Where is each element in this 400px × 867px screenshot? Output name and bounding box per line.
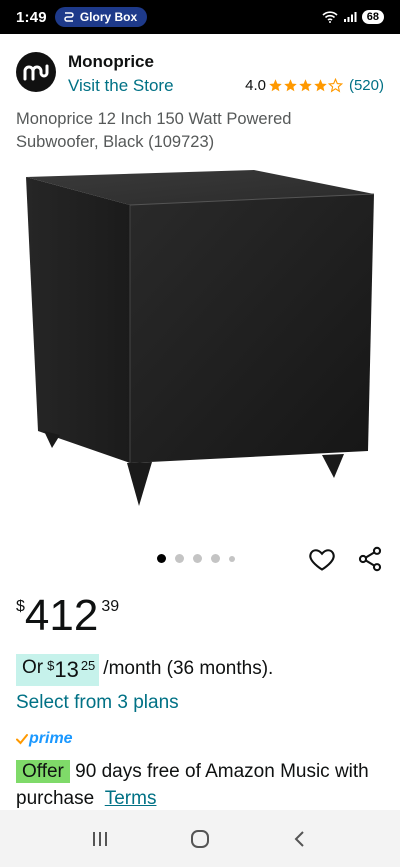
monthly-payment: Or $ 13 25 /month (36 months).: [16, 654, 273, 686]
prime-label: prime: [29, 730, 73, 747]
rating[interactable]: 4.0 (520): [245, 77, 384, 94]
monthly-whole: 13: [54, 657, 79, 682]
monthly-fraction: 25: [80, 658, 96, 673]
monthly-prefix: Or: [22, 657, 44, 678]
brand-name: Monoprice: [68, 52, 154, 71]
star-full-icon: [269, 79, 282, 92]
carousel-dot-active[interactable]: [157, 554, 166, 563]
battery-indicator: 68: [361, 10, 384, 24]
monthly-price-badge: Or $ 13 25: [16, 654, 100, 686]
carousel-dot[interactable]: [229, 555, 235, 562]
select-plans-link[interactable]: Select from 3 plans: [16, 692, 179, 714]
share-icon: [358, 546, 382, 572]
price: $ 412 39: [16, 592, 119, 640]
status-time: 1:49: [16, 8, 47, 26]
wifi-icon: [322, 11, 338, 23]
carousel-dot[interactable]: [175, 554, 184, 563]
carousel-dot[interactable]: [211, 554, 220, 563]
home-icon: [191, 829, 209, 848]
status-icons: 68: [322, 10, 384, 24]
monthly-symbol: $: [47, 658, 55, 673]
star-empty-icon: [327, 78, 343, 93]
system-nav-bar: [0, 810, 400, 867]
image-carousel-dots[interactable]: [157, 554, 235, 563]
offer-badge: Offer: [16, 760, 70, 783]
star-full-icon: [299, 79, 312, 92]
carousel-dot[interactable]: [193, 554, 202, 563]
offer-line: Offer 90 days free of Amazon Music with …: [16, 758, 386, 812]
rating-count: (520): [348, 77, 384, 94]
product-title: Monoprice 12 Inch 150 Watt Powered Subwo…: [16, 110, 292, 151]
signal-icon: [343, 12, 357, 22]
subwoofer-image: [26, 170, 375, 506]
prime-check-icon: [16, 734, 28, 745]
brand-row: Monoprice Visit the Store 4.0 (520): [16, 50, 384, 98]
price-whole: 412: [24, 591, 99, 640]
price-symbol: $: [16, 598, 25, 615]
terms-link[interactable]: Terms: [105, 788, 157, 809]
brand-logo[interactable]: [16, 52, 56, 92]
back-button[interactable]: [280, 819, 320, 859]
recent-apps-button[interactable]: [80, 819, 120, 859]
glory-box-icon: [64, 12, 74, 22]
visit-store-link[interactable]: Visit the Store: [68, 76, 174, 96]
product-image[interactable]: [0, 165, 400, 535]
back-icon: [294, 830, 304, 847]
monthly-suffix: /month (36 months).: [103, 658, 274, 679]
star-full-icon: [314, 79, 327, 92]
rating-stars: [268, 78, 343, 93]
star-full-icon: [284, 79, 297, 92]
status-bar: 1:49 Glory Box 68: [0, 0, 400, 34]
prime-badge: prime: [16, 730, 73, 748]
share-button[interactable]: [356, 545, 384, 573]
rating-value: 4.0: [245, 77, 266, 94]
notification-label: Glory Box: [79, 10, 138, 24]
monoprice-logo-icon: [23, 64, 49, 81]
home-button[interactable]: [180, 819, 220, 859]
heart-icon: [309, 549, 335, 571]
price-fraction: 39: [101, 598, 120, 615]
notification-pill[interactable]: Glory Box: [54, 7, 148, 27]
recent-apps-icon: [93, 831, 107, 846]
wishlist-button[interactable]: [308, 545, 336, 573]
